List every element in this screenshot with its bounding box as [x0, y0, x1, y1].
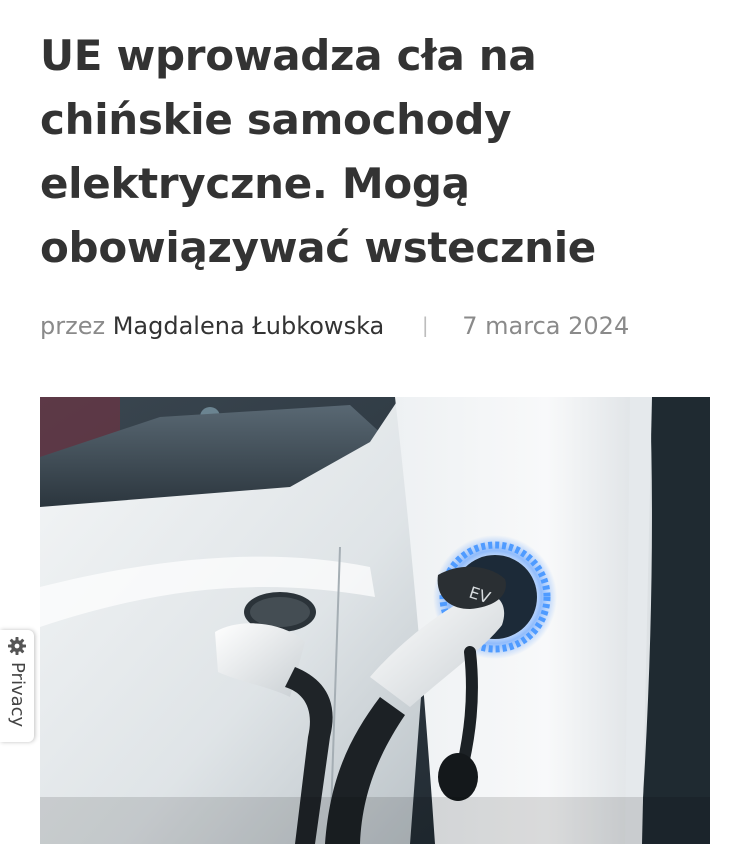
publish-date: 7 marca 2024: [462, 312, 630, 340]
privacy-settings-button[interactable]: Privacy: [0, 630, 34, 742]
article-title[interactable]: UE wprowadza cła na chińskie samochody e…: [40, 24, 700, 280]
hero-illustration: EV: [40, 397, 710, 844]
author-link[interactable]: Magdalena Łubkowska: [113, 312, 385, 340]
meta-separator: |: [421, 313, 429, 337]
privacy-label: Privacy: [7, 662, 28, 728]
article-meta: przez Magdalena Łubkowska | 7 marca 2024: [40, 308, 629, 345]
byline-prefix: przez: [40, 312, 106, 340]
hero-image[interactable]: EV: [40, 397, 710, 844]
gear-icon: [8, 637, 26, 655]
article-page: UE wprowadza cła na chińskie samochody e…: [0, 0, 750, 844]
